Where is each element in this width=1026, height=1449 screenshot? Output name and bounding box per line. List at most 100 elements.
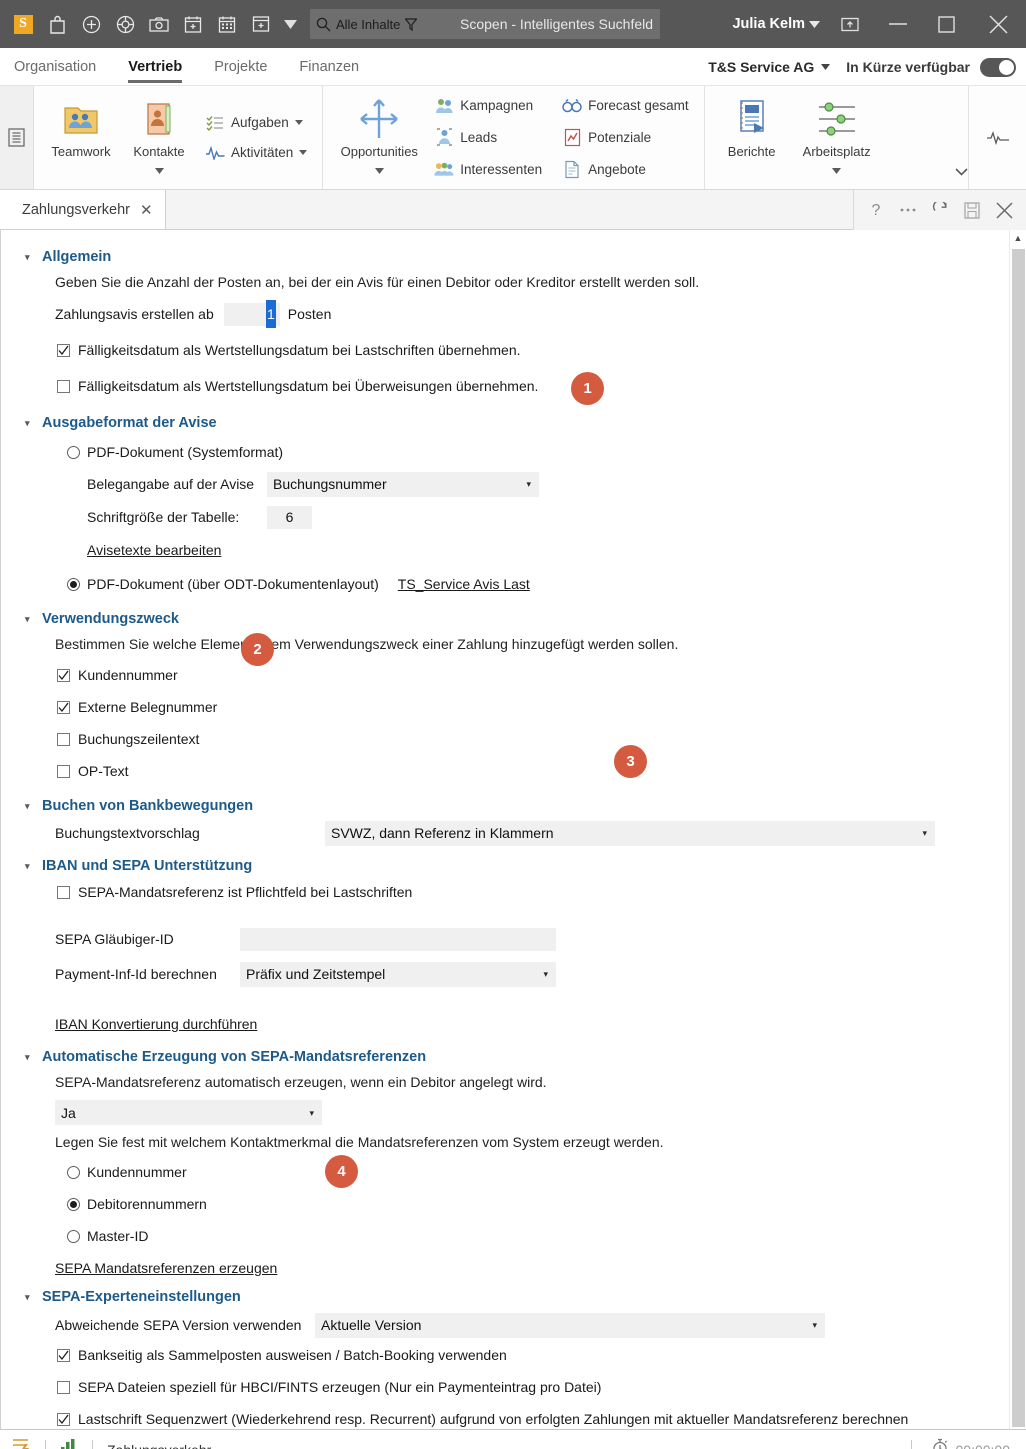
link-avisetexte-bearbeiten[interactable]: Avisetexte bearbeiten [87,536,221,564]
chevron-down-icon[interactable]: ▾ [25,793,35,819]
window-add-icon[interactable] [244,7,278,41]
chevron-down-icon[interactable] [832,161,842,179]
checkbox-box[interactable] [57,1380,70,1394]
close-icon[interactable]: ✕ [140,201,153,219]
ribbon-button-kampagnen[interactable]: Kampagnen [431,95,545,117]
help-icon[interactable]: ? [860,190,892,230]
menu-item-projekte[interactable]: Projekte [198,48,283,85]
link-sepa-mandatsreferenzen-erzeugen[interactable]: SEPA Mandatsreferenzen erzeugen [55,1254,277,1282]
ribbon-button-berichte[interactable]: Berichte [713,90,791,185]
checkbox-externe-belegnummer[interactable]: Externe Belegnummer [57,691,1009,723]
chevron-down-icon[interactable] [374,161,384,179]
ribbon-button-leads[interactable]: Leads [431,126,545,148]
search-scope-group[interactable]: Alle Inhalte [316,17,418,32]
ribbon-button-interessenten[interactable]: Interessenten [431,158,545,180]
checkbox-box[interactable] [57,668,70,682]
checkbox-kundennummer[interactable]: Kundennummer [57,659,1009,691]
chevron-down-icon[interactable]: ▾ [25,410,35,436]
ribbon-expand-button[interactable] [955,163,968,181]
overflow-caret-icon[interactable] [278,7,302,41]
list-panel-icon[interactable] [0,86,34,189]
radio-mandat-master-id[interactable]: Master-ID [67,1222,1009,1250]
chevron-down-icon[interactable]: ▾ [25,1044,35,1070]
section-header-bankbewegungen[interactable]: ▾ Buchen von Bankbewegungen [25,793,1009,819]
ribbon-button-aktivitaeten[interactable]: Aktivitäten [202,142,310,164]
sepa-version-dropdown[interactable]: Aktuelle Version ▾ [315,1311,825,1339]
section-header-auto-mandat[interactable]: ▾ Automatische Erzeugung von SEPA-Mandat… [25,1044,1009,1070]
chevron-down-icon[interactable]: ▾ [526,470,531,498]
section-header-iban-sepa[interactable]: ▾ IBAN und SEPA Unterstützung [25,853,1009,879]
chevron-down-icon[interactable]: ▾ [543,960,548,988]
save-icon[interactable] [956,190,988,230]
checkbox-box[interactable] [57,343,70,357]
menu-item-vertrieb[interactable]: Vertrieb [112,48,198,85]
checkbox-faelligkeit-lastschriften[interactable]: Fälligkeitsdatum als Wertstellungsdatum … [57,334,1009,366]
calendar-icon[interactable] [210,7,244,41]
ribbon-button-potenziale[interactable]: Potenziale [559,126,692,148]
radio-mandat-debitorennummern[interactable]: Debitorennummern [67,1190,1009,1218]
glaeubiger-input[interactable] [240,927,556,951]
radio-pdf-systemformat[interactable]: PDF-Dokument (Systemformat) [67,438,1009,466]
radio-box[interactable] [67,1229,80,1243]
radio-box[interactable] [67,1197,80,1211]
radio-box[interactable] [67,577,80,591]
maximize-icon[interactable] [922,0,970,48]
payment-inf-dropdown[interactable]: Präfix und Zeitstempel ▾ [240,960,556,988]
checkbox-box[interactable] [57,1412,70,1426]
form-scrollbar[interactable]: ▲ [1009,230,1026,1429]
chevron-down-icon[interactable]: ▾ [309,1099,314,1127]
checkbox-mandatsreferenz-pflichtfeld[interactable]: SEPA-Mandatsreferenz ist Pflichtfeld bei… [57,879,1009,905]
radio-mandat-kundennummer[interactable]: Kundennummer [67,1158,1009,1186]
section-header-ausgabeformat[interactable]: ▾ Ausgabeformat der Avise [25,410,1009,436]
checkbox-faelligkeit-ueberweisungen[interactable]: Fälligkeitsdatum als Wertstellungsdatum … [57,370,1009,402]
scrollbar-thumb[interactable] [1011,249,1025,1427]
ribbon-button-kontakte[interactable]: Kontakte [120,90,198,185]
buchungstext-dropdown[interactable]: SVWZ, dann Referenz in Klammern ▾ [325,820,935,846]
activity-pulse-icon[interactable] [968,86,1026,189]
minimize-icon[interactable] [874,0,922,48]
tab-zahlungsverkehr[interactable]: Zahlungsverkehr ✕ [0,190,166,229]
workflow-icon[interactable] [12,1437,31,1449]
app-logo-s-icon[interactable]: S [6,7,40,41]
checkbox-box[interactable] [57,885,70,899]
chart-bars-icon[interactable] [60,1438,78,1449]
calendar-add-icon[interactable] [176,7,210,41]
section-header-verwendungszweck[interactable]: ▾ Verwendungszweck [25,606,1009,632]
chevron-down-icon[interactable]: ▾ [25,853,35,879]
chevron-down-icon[interactable]: ▾ [25,1284,35,1310]
checkbox-box[interactable] [57,732,70,746]
chevron-down-icon[interactable] [154,161,164,179]
menu-item-organisation[interactable]: Organisation [0,48,112,85]
global-search[interactable]: Alle Inhalte Scopen - Intelligentes Such… [310,9,660,39]
chevron-down-icon[interactable]: ▾ [25,606,35,632]
belegangabe-dropdown[interactable]: Buchungsnummer ▾ [267,470,539,498]
scroll-up-arrow-icon[interactable]: ▲ [1014,234,1023,243]
radio-box[interactable] [67,445,80,459]
checkbox-box[interactable] [57,764,70,778]
checkbox-batch-booking[interactable]: Bankseitig als Sammelposten ausweisen / … [57,1339,1009,1371]
link-iban-konvertierung[interactable]: IBAN Konvertierung durchführen [55,1010,257,1038]
availability-toggle[interactable] [980,57,1016,77]
auto-mandat-dropdown[interactable]: Ja ▾ [55,1100,322,1125]
chevron-down-icon[interactable]: ▾ [812,1311,817,1339]
plus-circle-icon[interactable] [74,7,108,41]
checkbox-box[interactable] [57,1348,70,1362]
user-menu[interactable]: Julia Kelm [726,0,826,48]
ribbon-button-opportunities[interactable]: Opportunities [331,90,427,185]
shopping-bag-icon[interactable] [40,7,74,41]
ribbon-button-forecast-gesamt[interactable]: Forecast gesamt [559,95,692,117]
checkbox-op-text[interactable]: OP-Text [57,755,1009,787]
ribbon-button-aufgaben[interactable]: Aufgaben [202,112,310,134]
menu-item-finanzen[interactable]: Finanzen [283,48,375,85]
link-ts-service-avis-last[interactable]: TS_Service Avis Last [398,570,530,598]
search-input-placeholder[interactable]: Scopen - Intelligentes Suchfeld [460,16,660,32]
zahlungsavis-input[interactable]: 1 [223,300,280,328]
section-header-allgemein[interactable]: ▾ Allgemein [25,244,1009,270]
ribbon-button-arbeitsplatz[interactable]: Arbeitsplatz [791,90,883,185]
ribbon-button-teamwork[interactable]: Teamwork [42,90,120,185]
close-icon[interactable] [988,190,1020,230]
lifebuoy-icon[interactable] [108,7,142,41]
radio-pdf-odt[interactable]: PDF-Dokument (über ODT-Dokumentenlayout)… [67,570,1009,598]
refresh-icon[interactable] [924,190,956,230]
chevron-down-icon[interactable]: ▾ [25,244,35,270]
